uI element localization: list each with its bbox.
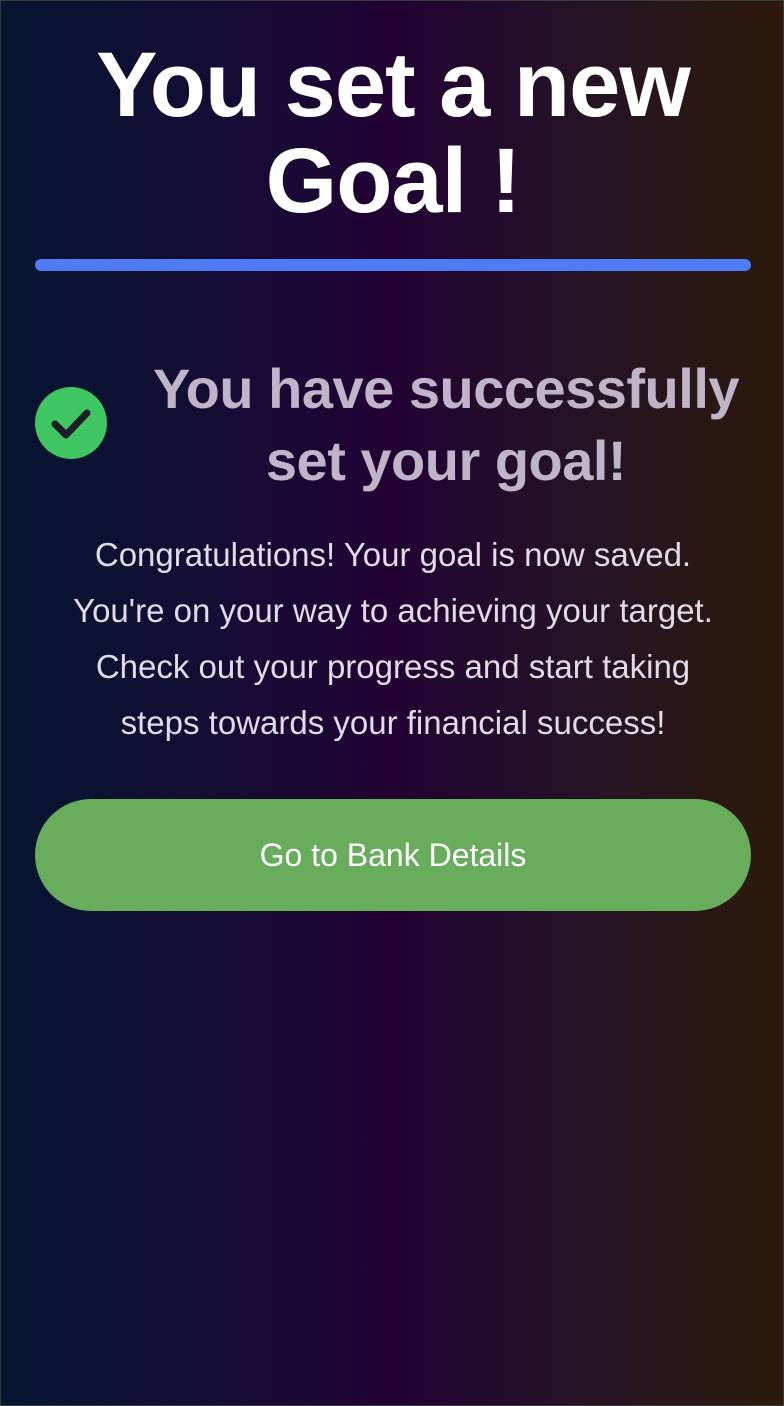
page-title: You set a new Goal !: [1, 37, 784, 229]
goal-confirmation-screen: You set a new Goal ! You have successful…: [0, 0, 784, 1406]
success-heading-line-1: You have successfully: [152, 357, 740, 420]
success-heading: You have successfully set your goal!: [131, 353, 761, 497]
message-line-1: Congratulations! Your goal is now saved.: [94, 536, 692, 573]
success-banner: You have successfully set your goal!: [35, 353, 751, 503]
check-circle-icon: [35, 387, 107, 459]
message-line-3: Check out your progress and start taking: [95, 648, 691, 685]
go-to-bank-details-button[interactable]: Go to Bank Details: [35, 799, 751, 911]
title-divider: [35, 259, 751, 271]
message-line-2: You're on your way to achieving your tar…: [73, 592, 713, 629]
page-title-line-1: You set a new: [96, 34, 691, 136]
page-title-line-2: Goal !: [265, 130, 522, 232]
congratulations-message: Congratulations! Your goal is now saved.…: [21, 527, 765, 751]
check-mark: [51, 409, 91, 439]
message-line-4: steps towards your financial success!: [120, 704, 666, 741]
success-heading-line-2: set your goal!: [265, 429, 627, 492]
